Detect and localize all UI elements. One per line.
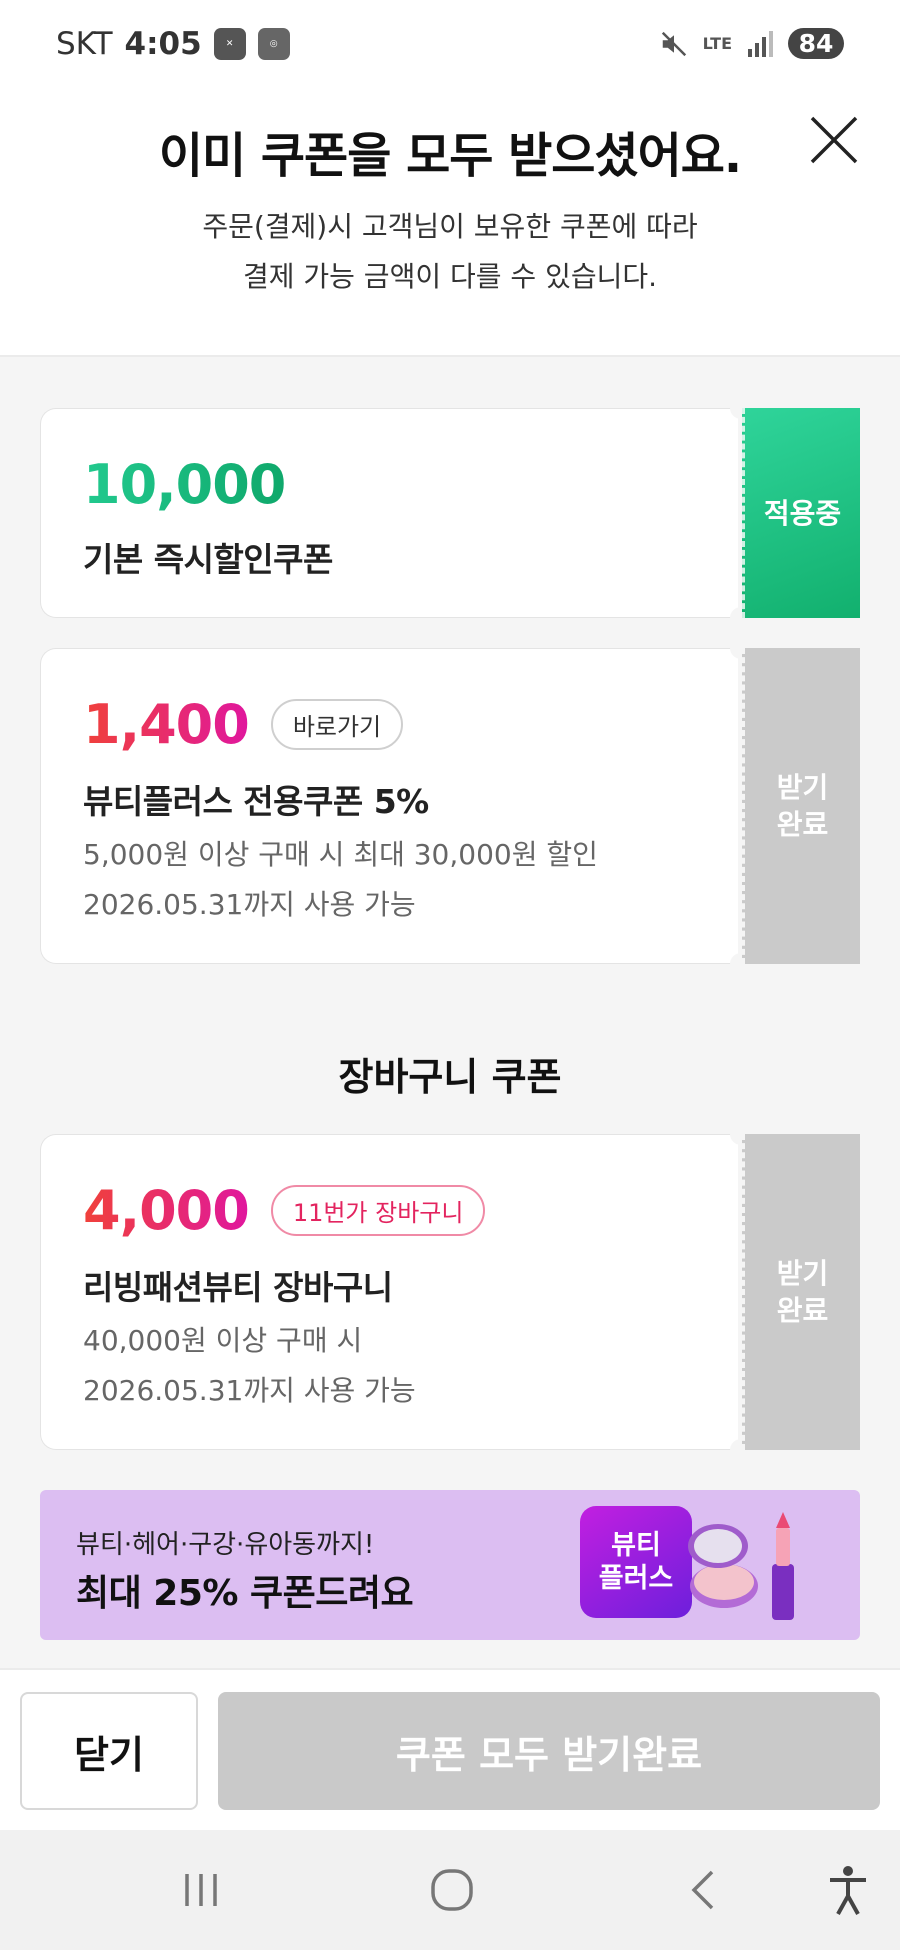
close-text-button[interactable]: 닫기 <box>20 1692 198 1810</box>
coupon-card-beauty: 1,400 바로가기 뷰티플러스 전용쿠폰 5% 5,000원 이상 구매 시 … <box>40 637 860 975</box>
receive-all-button[interactable]: 쿠폰 모두 받기완료 <box>218 1692 880 1810</box>
shortcut-button[interactable]: 바로가기 <box>270 699 404 750</box>
close-x-icon <box>810 116 858 164</box>
modal-title: 이미 쿠폰을 모두 받으셨어요. <box>158 128 742 184</box>
applied-badge: 적용중 <box>742 408 860 618</box>
modal-header: 이미 쿠폰을 모두 받으셨어요. 주문(결제)시 고객님이 보유한 쿠폰에 따라… <box>0 92 900 357</box>
amount-row: 1,400 바로가기 <box>83 693 404 756</box>
coupon-name: 리빙패션뷰티 장바구니 <box>83 1268 393 1307</box>
status-left: SKT 4:05 ✕ ◎ <box>56 26 290 62</box>
status-bar: SKT 4:05 ✕ ◎ LTE 84 <box>0 0 900 92</box>
amount-row: 4,000 11번가 장바구니 <box>83 1179 486 1242</box>
coupon-amount: 10,000 <box>83 453 286 516</box>
beauty-plus-logo: 뷰티 플러스 <box>580 1506 692 1618</box>
signal-icon <box>748 30 773 57</box>
coupon-condition: 5,000원 이상 구매 시 최대 30,000원 할인 <box>83 838 598 871</box>
system-nav-bar <box>0 1830 900 1950</box>
received-badge-line: 받기 <box>776 771 829 804</box>
clock: 4:05 <box>124 26 202 62</box>
coupon-expiry: 2026.05.31까지 사용 가능 <box>83 888 416 921</box>
accessibility-button[interactable] <box>818 1860 878 1920</box>
coupon-name: 뷰티플러스 전용쿠폰 5% <box>83 782 429 821</box>
coupon-name: 기본 즉시할인쿠폰 <box>83 540 333 579</box>
coupon-card-cart: 4,000 11번가 장바구니 리빙패션뷰티 장바구니 40,000원 이상 구… <box>40 1123 860 1461</box>
recent-apps-icon <box>185 1874 217 1906</box>
notification-app-icon: ✕ <box>213 28 246 60</box>
status-right: LTE 84 <box>659 28 844 59</box>
modal-subtitle: 주문(결제)시 고객님이 보유한 쿠폰에 따라 결제 가능 금액이 다를 수 있… <box>0 202 900 302</box>
subtitle-line: 결제 가능 금액이 다를 수 있습니다. <box>242 260 658 293</box>
carrier-label: SKT <box>56 26 113 62</box>
beauty-plus-banner[interactable]: 뷰티·헤어·구강·유아동까지! 최대 25% 쿠폰드려요 뷰티 플러스 <box>40 1490 860 1640</box>
received-badge-line: 완료 <box>776 1294 829 1327</box>
coupon-body: 1,400 바로가기 뷰티플러스 전용쿠폰 5% 5,000원 이상 구매 시 … <box>40 648 738 964</box>
coupon-expiry: 2026.05.31까지 사용 가능 <box>83 1374 416 1407</box>
amount-row: 10,000 <box>83 453 286 516</box>
back-icon <box>691 1870 714 1910</box>
bottom-action-bar: 닫기 쿠폰 모두 받기완료 <box>0 1668 900 1830</box>
received-badge: 받기 완료 <box>742 1134 860 1450</box>
battery-level: 84 <box>788 28 844 59</box>
coupon-card-basic: 10,000 기본 즉시할인쿠폰 적용중 <box>40 397 860 629</box>
logo-line: 플러스 <box>598 1563 674 1594</box>
home-button[interactable] <box>422 1860 482 1920</box>
logo-line: 뷰티 <box>611 1530 661 1561</box>
notification-market-icon: ◎ <box>257 28 290 60</box>
coupon-condition: 40,000원 이상 구매 시 <box>83 1324 363 1357</box>
received-badge-line: 완료 <box>776 808 829 841</box>
banner-subtitle: 뷰티·헤어·구강·유아동까지! <box>76 1530 375 1560</box>
banner-title: 최대 25% 쿠폰드려요 <box>76 1573 414 1614</box>
received-badge-line: 받기 <box>776 1257 829 1290</box>
cart-coupon-section-title: 장바구니 쿠폰 <box>338 1055 562 1099</box>
received-badge: 받기 완료 <box>742 648 860 964</box>
back-button[interactable] <box>674 1860 734 1920</box>
coupon-body: 10,000 기본 즉시할인쿠폰 <box>40 408 738 618</box>
coupon-amount: 1,400 <box>83 693 250 756</box>
recent-apps-button[interactable] <box>171 1860 231 1920</box>
cart-tag: 11번가 장바구니 <box>270 1185 486 1236</box>
subtitle-line: 주문(결제)시 고객님이 보유한 쿠폰에 따라 <box>202 210 698 243</box>
network-label: LTE <box>702 34 732 53</box>
close-button[interactable] <box>804 110 864 170</box>
coupon-amount: 4,000 <box>83 1179 250 1242</box>
accessibility-icon <box>830 1866 866 1915</box>
home-icon <box>431 1869 473 1911</box>
coupon-body: 4,000 11번가 장바구니 리빙패션뷰티 장바구니 40,000원 이상 구… <box>40 1134 738 1450</box>
cosmetics-illustration <box>688 1512 794 1620</box>
mute-icon <box>661 31 686 56</box>
